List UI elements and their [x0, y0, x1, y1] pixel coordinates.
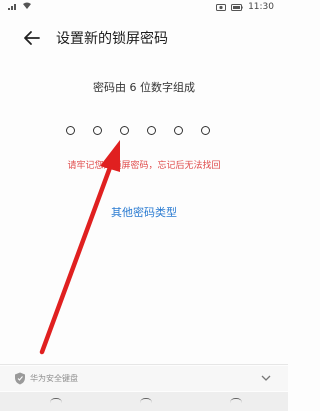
keyboard-divider — [0, 364, 288, 365]
password-dot — [201, 126, 210, 135]
status-bar: 11:30 — [0, 0, 288, 16]
password-dot — [174, 126, 183, 135]
key-top-left[interactable] — [50, 398, 62, 403]
keypad-top-row — [0, 392, 288, 411]
password-dots[interactable] — [66, 126, 226, 138]
other-password-types-link[interactable]: 其他密码类型 — [0, 204, 288, 220]
header: 设置新的锁屏密码 — [0, 24, 288, 54]
password-dot — [93, 126, 102, 135]
camera-icon — [216, 4, 227, 11]
key-top-right[interactable] — [230, 398, 242, 403]
warning-text: 请牢记您的锁屏密码，忘记后无法找回 — [67, 161, 221, 171]
password-hint: 密码由 6 位数字组成 — [93, 81, 195, 94]
secure-keyboard-label: 华为安全键盘 — [30, 374, 78, 383]
status-left — [8, 2, 32, 10]
page-title: 设置新的锁屏密码 — [56, 31, 168, 47]
status-time: 11:30 — [248, 2, 274, 12]
wifi-icon — [23, 2, 31, 9]
password-dot — [147, 126, 156, 135]
key-top-center[interactable] — [140, 398, 152, 403]
status-right: 11:30 — [216, 2, 274, 12]
battery-icon — [231, 3, 243, 11]
chevron-down-icon[interactable] — [260, 373, 272, 383]
password-dot — [66, 126, 75, 135]
secure-keyboard-bar: 华为安全键盘 — [0, 366, 288, 391]
signal-icon — [8, 4, 16, 10]
shield-icon — [15, 372, 25, 385]
password-dot — [120, 126, 129, 135]
back-arrow-icon[interactable] — [22, 28, 42, 48]
